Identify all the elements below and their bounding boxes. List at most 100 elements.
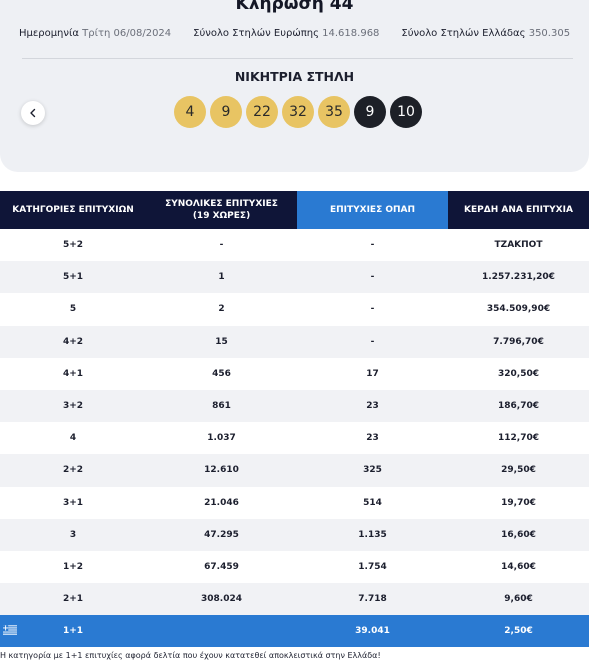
- cell-prize-value: 186,70€: [498, 401, 539, 412]
- cell-opap: -: [297, 293, 448, 326]
- cell-prize-value: 112,70€: [498, 433, 539, 444]
- table-row: 3+1 21.046 514 19,70€: [0, 486, 589, 519]
- cell-category: 3: [0, 518, 146, 551]
- greece-columns-value: 350.305: [528, 28, 571, 39]
- prize-table: ΚΑΤΗΓΟΡΙΕΣ ΕΠΙΤΥΧΙΩΝ ΣΥΝΟΛΙΚΕΣ ΕΠΙΤΥΧΙΕΣ…: [0, 191, 589, 648]
- winning-column-label: ΝΙΚΗΤΡΙΑ ΣΤΗΛΗ: [234, 69, 355, 84]
- cell-total: 21.046: [146, 486, 297, 519]
- cell-total-value: 1.037: [207, 433, 236, 444]
- cell-category: 1+1: [0, 615, 146, 648]
- cell-prize-value: 320,50€: [498, 368, 539, 379]
- cell-opap-value: -: [370, 272, 375, 283]
- cell-category: 5+2: [0, 229, 146, 262]
- europe-columns-value: 14.618.968: [322, 28, 380, 39]
- greece-columns: Σύνολο Στηλών Ελλάδας 350.305: [401, 28, 570, 39]
- cell-prize-value: 14,60€: [501, 561, 536, 572]
- greece-columns-label: Σύνολο Στηλών Ελλάδας: [401, 28, 526, 39]
- draw-date: Ημερομηνία Τρίτη 06/08/2024: [19, 28, 171, 39]
- cell-opap: 1.135: [297, 518, 448, 551]
- cell-prize-value: 354.509,90€: [486, 304, 551, 315]
- cell-opap: -: [297, 229, 448, 262]
- table-row: 1+2 67.459 1.754 14,60€: [0, 550, 589, 584]
- cell-prize: 112,70€: [448, 422, 589, 455]
- cell-category: 4+1: [0, 357, 146, 390]
- cell-opap: 514: [297, 486, 448, 519]
- cell-prize: 19,70€: [448, 486, 589, 519]
- euro-number-ball: 9: [354, 96, 386, 128]
- header-prize-per-win: ΚΕΡΔΗ ΑΝΑ ΕΠΙΤΥΧΙΑ: [448, 191, 589, 229]
- cell-prize: 186,70€: [448, 389, 589, 423]
- table-row: 2+1 308.024 7.718 9,60€: [0, 583, 589, 616]
- cell-total: [146, 615, 297, 648]
- cell-total-value: 861: [212, 401, 231, 412]
- cell-category-value: 5+2: [62, 240, 84, 251]
- cell-total: 1.037: [146, 422, 297, 455]
- prize-table-header: ΚΑΤΗΓΟΡΙΕΣ ΕΠΙΤΥΧΙΩΝ ΣΥΝΟΛΙΚΕΣ ΕΠΙΤΥΧΙΕΣ…: [0, 191, 589, 229]
- cell-opap-value: 23: [366, 433, 379, 444]
- cell-opap: 39.041: [297, 615, 448, 648]
- main-number-ball: 4: [174, 96, 206, 128]
- table-row: 5 2 - 354.509,90€: [0, 293, 589, 326]
- table-row: 5+2 - - ΤΖΑΚΠΟΤ: [0, 229, 589, 262]
- cell-category-value: 4+2: [62, 336, 84, 347]
- cell-opap: -: [297, 261, 448, 294]
- previous-draw-button[interactable]: [21, 101, 45, 125]
- cell-category-value: 1+1: [62, 626, 84, 637]
- cell-prize: 9,60€: [448, 583, 589, 616]
- cell-total-value: 1: [218, 272, 225, 283]
- europe-columns-label: Σύνολο Στηλών Ευρώπης: [193, 28, 319, 39]
- table-row: 3+2 861 23 186,70€: [0, 389, 589, 423]
- cell-category-value: 2+2: [62, 465, 84, 476]
- cell-category-value: 4: [69, 433, 77, 444]
- cell-total-value: 12.610: [204, 465, 239, 476]
- main-number-ball: 9: [210, 96, 242, 128]
- cell-opap: 1.754: [297, 550, 448, 584]
- date-value: Τρίτη 06/08/2024: [82, 28, 172, 39]
- cell-total: 2: [146, 293, 297, 326]
- cell-prize-value: ΤΖΑΚΠΟΤ: [494, 240, 543, 251]
- cell-opap-value: 17: [366, 368, 379, 379]
- euro-number-ball: 10: [390, 96, 422, 128]
- europe-columns: Σύνολο Στηλών Ευρώπης 14.618.968: [193, 28, 379, 39]
- cell-category: 5+1: [0, 261, 146, 294]
- cell-category: 2+1: [0, 583, 146, 616]
- divider: [22, 58, 573, 59]
- table-row: 2+2 12.610 325 29,50€: [0, 454, 589, 487]
- cell-category-value: 4+1: [62, 368, 84, 379]
- cell-category-value: 2+1: [62, 594, 84, 605]
- cell-category-value: 3: [69, 529, 77, 540]
- cell-prize: 320,50€: [448, 357, 589, 390]
- header-categories: ΚΑΤΗΓΟΡΙΕΣ ΕΠΙΤΥΧΙΩΝ: [0, 191, 146, 229]
- cell-opap-value: -: [370, 336, 375, 347]
- table-row: 4+2 15 - 7.796,70€: [0, 325, 589, 358]
- draw-title: Κλήρωση 44: [235, 0, 354, 14]
- cell-opap-value: 7.718: [358, 594, 387, 605]
- cell-opap: -: [297, 325, 448, 358]
- cell-opap: 17: [297, 357, 448, 390]
- greek-flag-icon: [3, 625, 17, 635]
- cell-prize: 16,60€: [448, 518, 589, 551]
- cell-total-value: 456: [212, 368, 231, 379]
- cell-total: 1: [146, 261, 297, 294]
- cell-prize: 1.257.231,20€: [448, 261, 589, 294]
- cell-total-value: 308.024: [201, 594, 242, 605]
- winning-numbers: 4 9 22 32 35 9 10: [174, 96, 422, 128]
- cell-opap: 23: [297, 422, 448, 455]
- cell-prize: ΤΖΑΚΠΟΤ: [448, 229, 589, 262]
- cell-total: 456: [146, 357, 297, 390]
- main-number-ball: 22: [246, 96, 278, 128]
- cell-total-value: -: [219, 240, 224, 251]
- draw-info-row: Ημερομηνία Τρίτη 06/08/2024 Σύνολο Στηλώ…: [0, 28, 589, 39]
- header-total-wins: ΣΥΝΟΛΙΚΕΣ ΕΠΙΤΥΧΙΕΣ (19 ΧΩΡΕΣ): [146, 191, 297, 229]
- date-label: Ημερομηνία: [18, 28, 79, 39]
- cell-prize: 7.796,70€: [448, 325, 589, 358]
- cell-total: 861: [146, 389, 297, 423]
- cell-category-value: 5+1: [62, 272, 84, 283]
- cell-category: 2+2: [0, 454, 146, 487]
- cell-prize-value: 19,70€: [501, 497, 536, 508]
- cell-category-value: 3+1: [62, 497, 84, 508]
- cell-prize-value: 1.257.231,20€: [482, 272, 555, 283]
- cell-prize-value: 2,50€: [504, 626, 533, 637]
- header-total-wins-line2: (19 ΧΩΡΕΣ): [192, 211, 251, 221]
- main-number-ball: 32: [282, 96, 314, 128]
